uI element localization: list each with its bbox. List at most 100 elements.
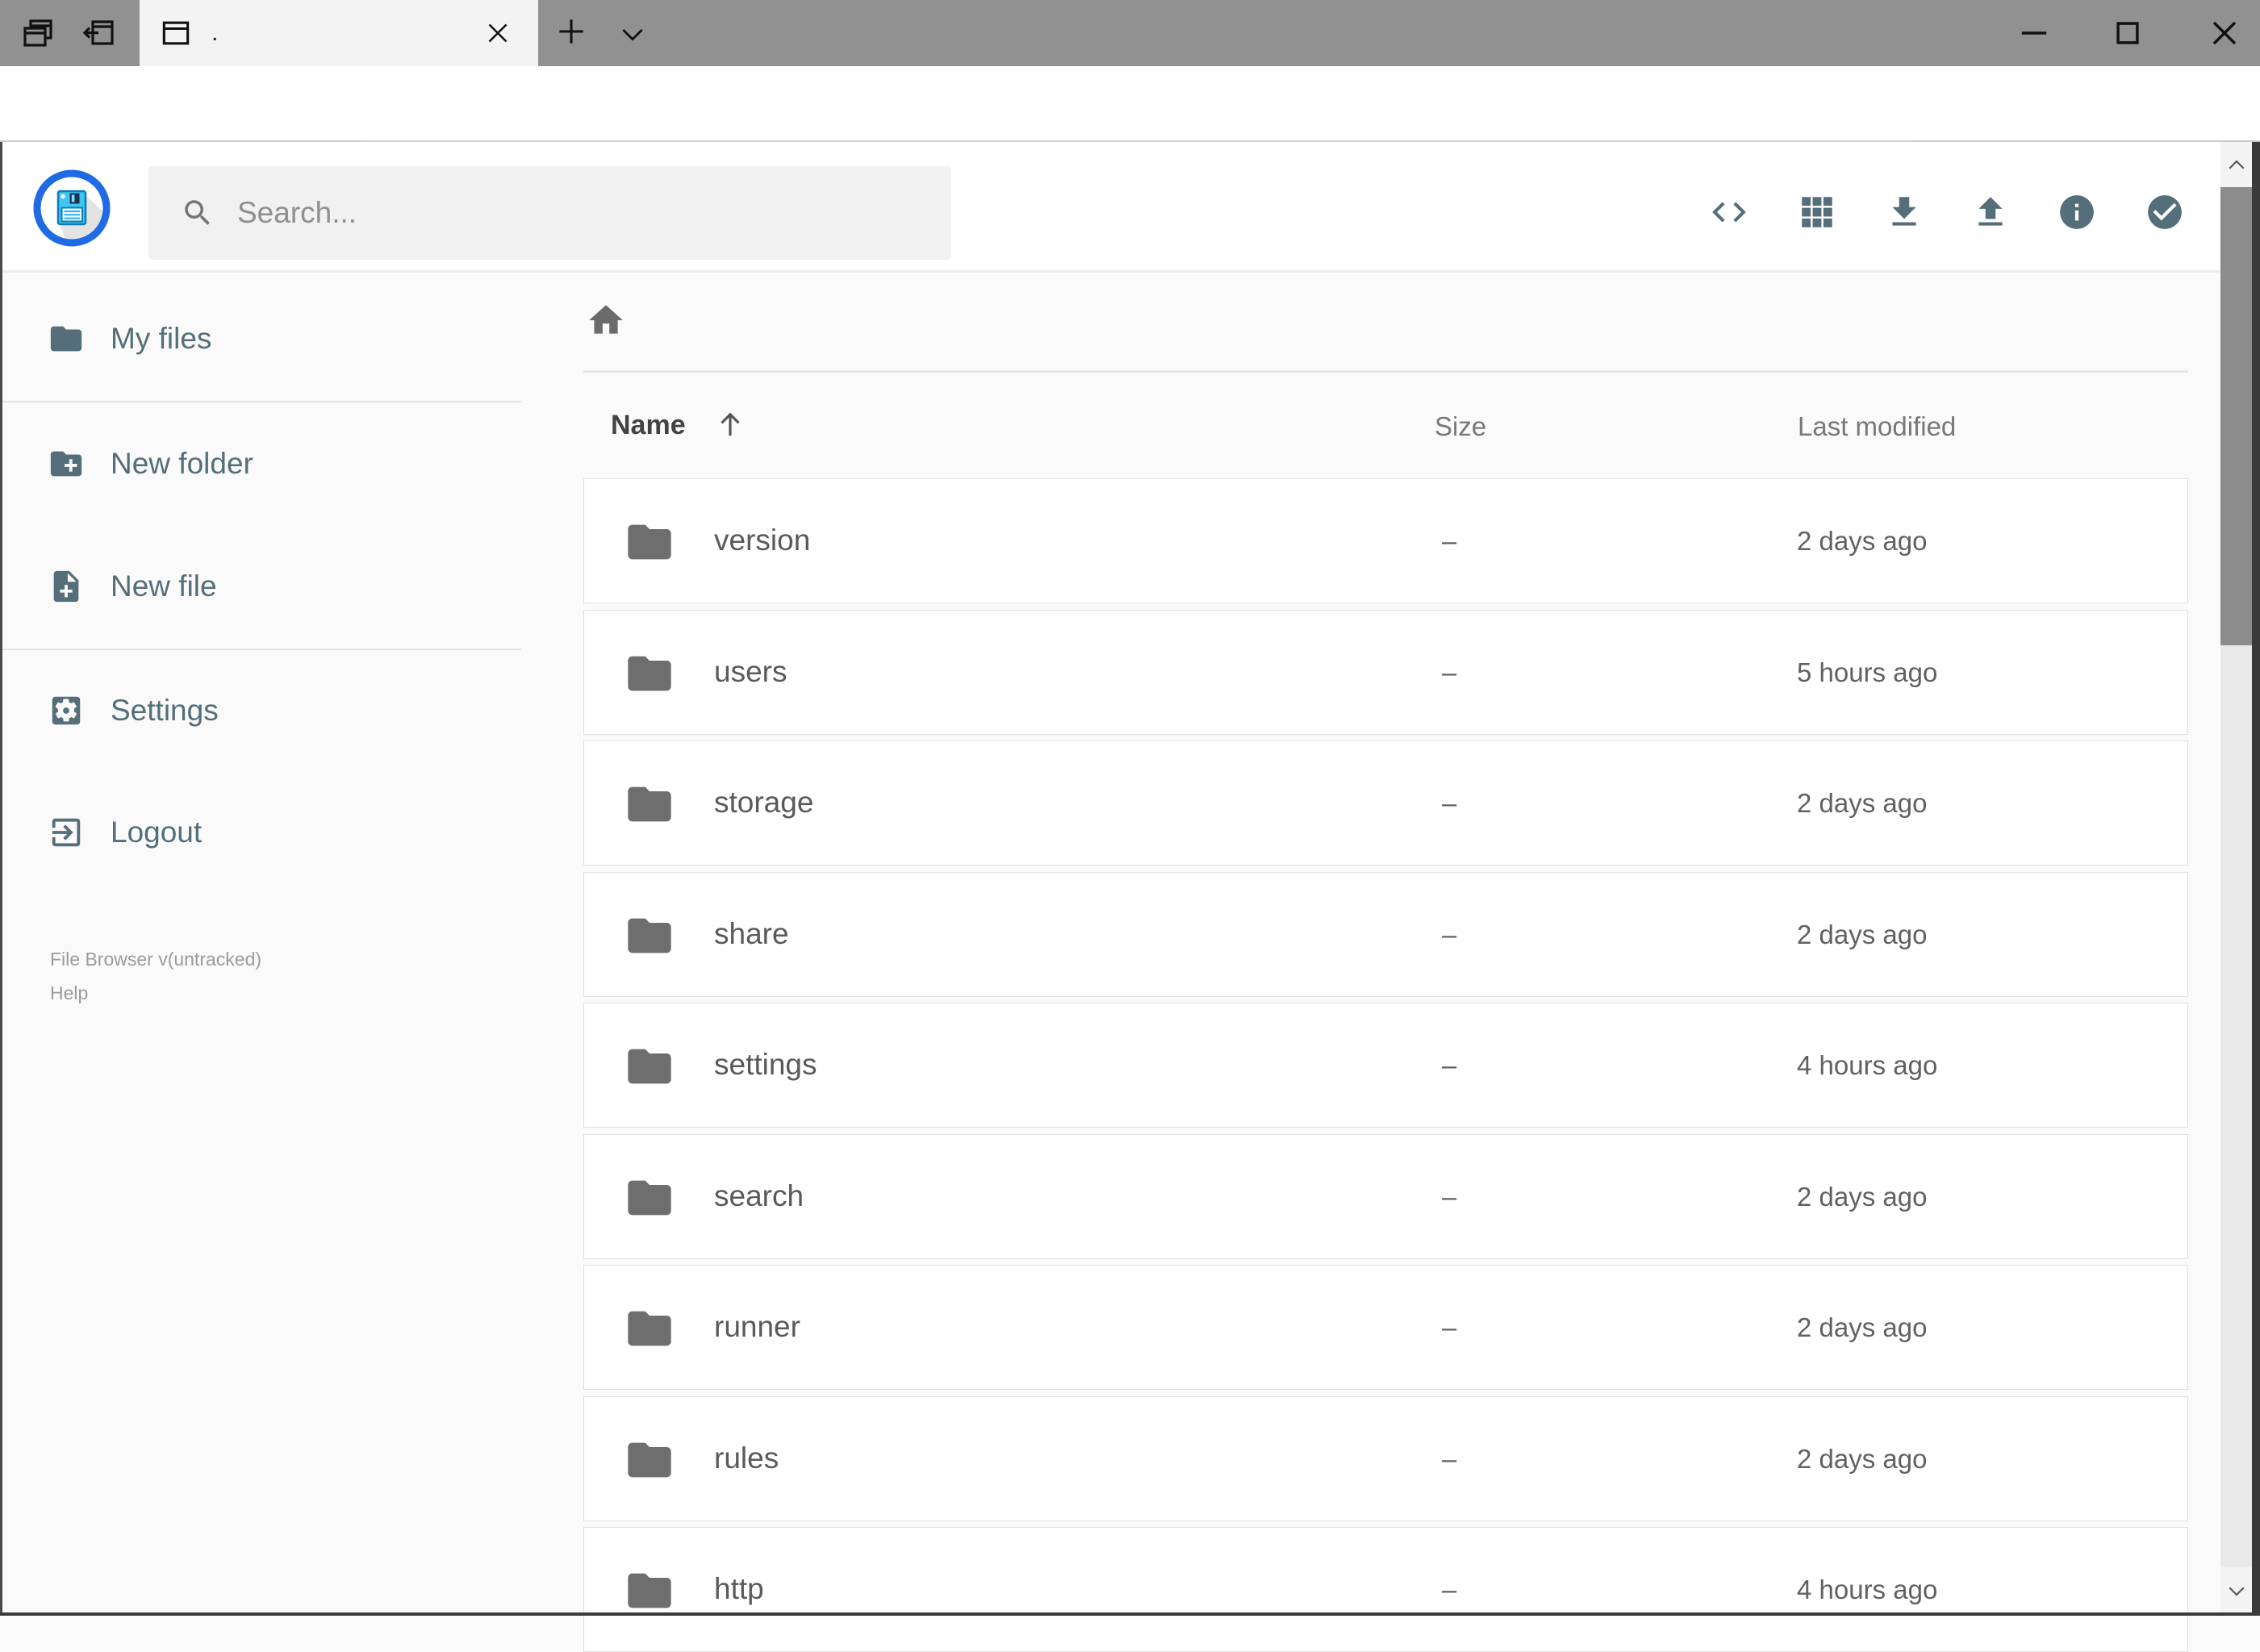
sidebar-item-label: Settings	[111, 694, 219, 727]
folder-icon	[624, 778, 675, 830]
sort-ascending-icon[interactable]	[713, 407, 747, 441]
column-header-modified[interactable]: Last modified	[1798, 411, 1956, 442]
file-name: search	[714, 1179, 804, 1212]
file-name: users	[714, 655, 787, 688]
search-icon	[185, 200, 210, 225]
tab-list-chevron-icon[interactable]	[616, 18, 655, 56]
folder-icon	[50, 326, 82, 352]
folder-icon	[624, 1303, 675, 1354]
grid-view-icon[interactable]	[1797, 192, 1837, 232]
file-row[interactable]: storage – 2 days ago	[583, 740, 2188, 866]
upload-icon[interactable]	[1970, 192, 2011, 232]
file-size: –	[1442, 1575, 1457, 1604]
file-row[interactable]: search – 2 days ago	[583, 1134, 2188, 1259]
file-row[interactable]: settings – 4 hours ago	[583, 1003, 2188, 1128]
file-modified: 2 days ago	[1797, 1444, 1928, 1474]
sidebar-item-new-folder[interactable]: New folder	[48, 444, 253, 483]
file-name: storage	[714, 786, 814, 819]
minimize-button[interactable]	[2013, 12, 2055, 54]
tab-preview-icon[interactable]	[19, 14, 57, 52]
file-row[interactable]: share – 2 days ago	[583, 872, 2188, 997]
filebrowser-logo[interactable]	[33, 169, 111, 247]
download-icon[interactable]	[1884, 192, 1924, 232]
folder-icon	[624, 1565, 675, 1617]
file-modified: 2 days ago	[1797, 788, 1928, 818]
file-name: http	[714, 1572, 764, 1605]
browser-tab[interactable]: .	[140, 0, 538, 66]
sidebar-item-my-files[interactable]: My files	[48, 319, 211, 358]
sidebar-item-label: Logout	[111, 816, 203, 849]
file-size: –	[1442, 657, 1457, 687]
file-name: settings	[714, 1048, 817, 1081]
maximize-button[interactable]	[2107, 12, 2149, 54]
tab-title: .	[211, 19, 219, 46]
file-row[interactable]: users – 5 hours ago	[583, 610, 2188, 735]
folder-icon	[624, 1041, 675, 1092]
column-header-name[interactable]: Name	[611, 410, 686, 441]
file-name: share	[714, 917, 789, 950]
app-version: File Browser v(untracked)	[50, 949, 262, 970]
sidebar-divider	[2, 649, 521, 650]
sidebar-footer: File Browser v(untracked) Help	[50, 942, 261, 1010]
window-border-left	[0, 142, 2, 1616]
file-size: –	[1442, 788, 1457, 818]
sidebar-item-new-file[interactable]: New file	[48, 567, 217, 606]
help-link[interactable]: Help	[50, 976, 261, 1010]
column-header-size[interactable]: Size	[1435, 411, 1486, 442]
folder-icon	[624, 648, 675, 699]
window-border-right	[2252, 142, 2260, 1616]
sidebar-item-label: My files	[111, 322, 212, 355]
file-row[interactable]: http – 4 hours ago	[583, 1527, 2188, 1652]
browser-toolbar: filebrowser.web/files/	[0, 66, 2260, 202]
file-size: –	[1442, 1182, 1457, 1212]
file-row[interactable]: runner – 2 days ago	[583, 1265, 2188, 1390]
file-modified: 2 days ago	[1797, 1182, 1928, 1212]
folder-icon	[624, 910, 675, 962]
breadcrumb-home-icon[interactable]	[586, 300, 626, 340]
tab-close-icon[interactable]	[483, 19, 512, 48]
new-folder-icon	[50, 451, 82, 477]
breadcrumb-divider	[583, 370, 2188, 373]
file-size: –	[1442, 526, 1457, 556]
folder-icon	[624, 1172, 675, 1224]
file-name: runner	[714, 1310, 800, 1343]
file-modified: 2 days ago	[1797, 526, 1928, 556]
folder-icon	[624, 1434, 675, 1486]
close-button[interactable]	[2204, 12, 2245, 54]
file-size: –	[1442, 920, 1457, 949]
file-size: –	[1442, 1444, 1457, 1474]
search-box[interactable]	[148, 166, 951, 260]
check-circle-icon[interactable]	[2145, 192, 2185, 232]
file-modified: 2 days ago	[1797, 1312, 1928, 1342]
scrollbar-up-icon[interactable]	[2220, 142, 2252, 187]
file-size: –	[1442, 1312, 1457, 1342]
scrollbar-down-icon[interactable]	[2220, 1567, 2252, 1612]
sidebar-item-logout[interactable]: Logout	[48, 813, 202, 852]
scrollbar-thumb[interactable]	[2220, 187, 2252, 645]
settings-icon	[52, 696, 81, 725]
new-tab-icon[interactable]	[554, 14, 592, 52]
file-modified: 4 hours ago	[1797, 1050, 1938, 1080]
info-icon[interactable]	[2057, 192, 2097, 232]
sidebar-divider	[2, 401, 521, 403]
file-row[interactable]: rules – 2 days ago	[583, 1396, 2188, 1521]
search-input[interactable]	[237, 196, 951, 230]
sidebar-item-settings[interactable]: Settings	[48, 691, 219, 730]
folder-icon	[624, 516, 675, 568]
file-name: version	[714, 524, 811, 557]
window-border-bottom	[0, 1612, 2260, 1616]
sidebar-item-label: New file	[111, 569, 217, 603]
sidebar-item-label: New folder	[111, 447, 253, 480]
file-modified: 2 days ago	[1797, 920, 1928, 949]
file-row[interactable]: version – 2 days ago	[583, 478, 2188, 603]
set-tabs-aside-icon[interactable]	[79, 14, 118, 52]
code-icon[interactable]	[1709, 192, 1749, 232]
browser-titlebar: .	[0, 0, 2260, 66]
new-file-icon	[53, 570, 79, 603]
file-modified: 4 hours ago	[1797, 1575, 1938, 1604]
file-modified: 5 hours ago	[1797, 657, 1938, 687]
file-name: rules	[714, 1441, 779, 1475]
file-size: –	[1442, 1050, 1457, 1080]
tab-page-icon	[158, 15, 194, 51]
logout-icon	[52, 818, 81, 847]
